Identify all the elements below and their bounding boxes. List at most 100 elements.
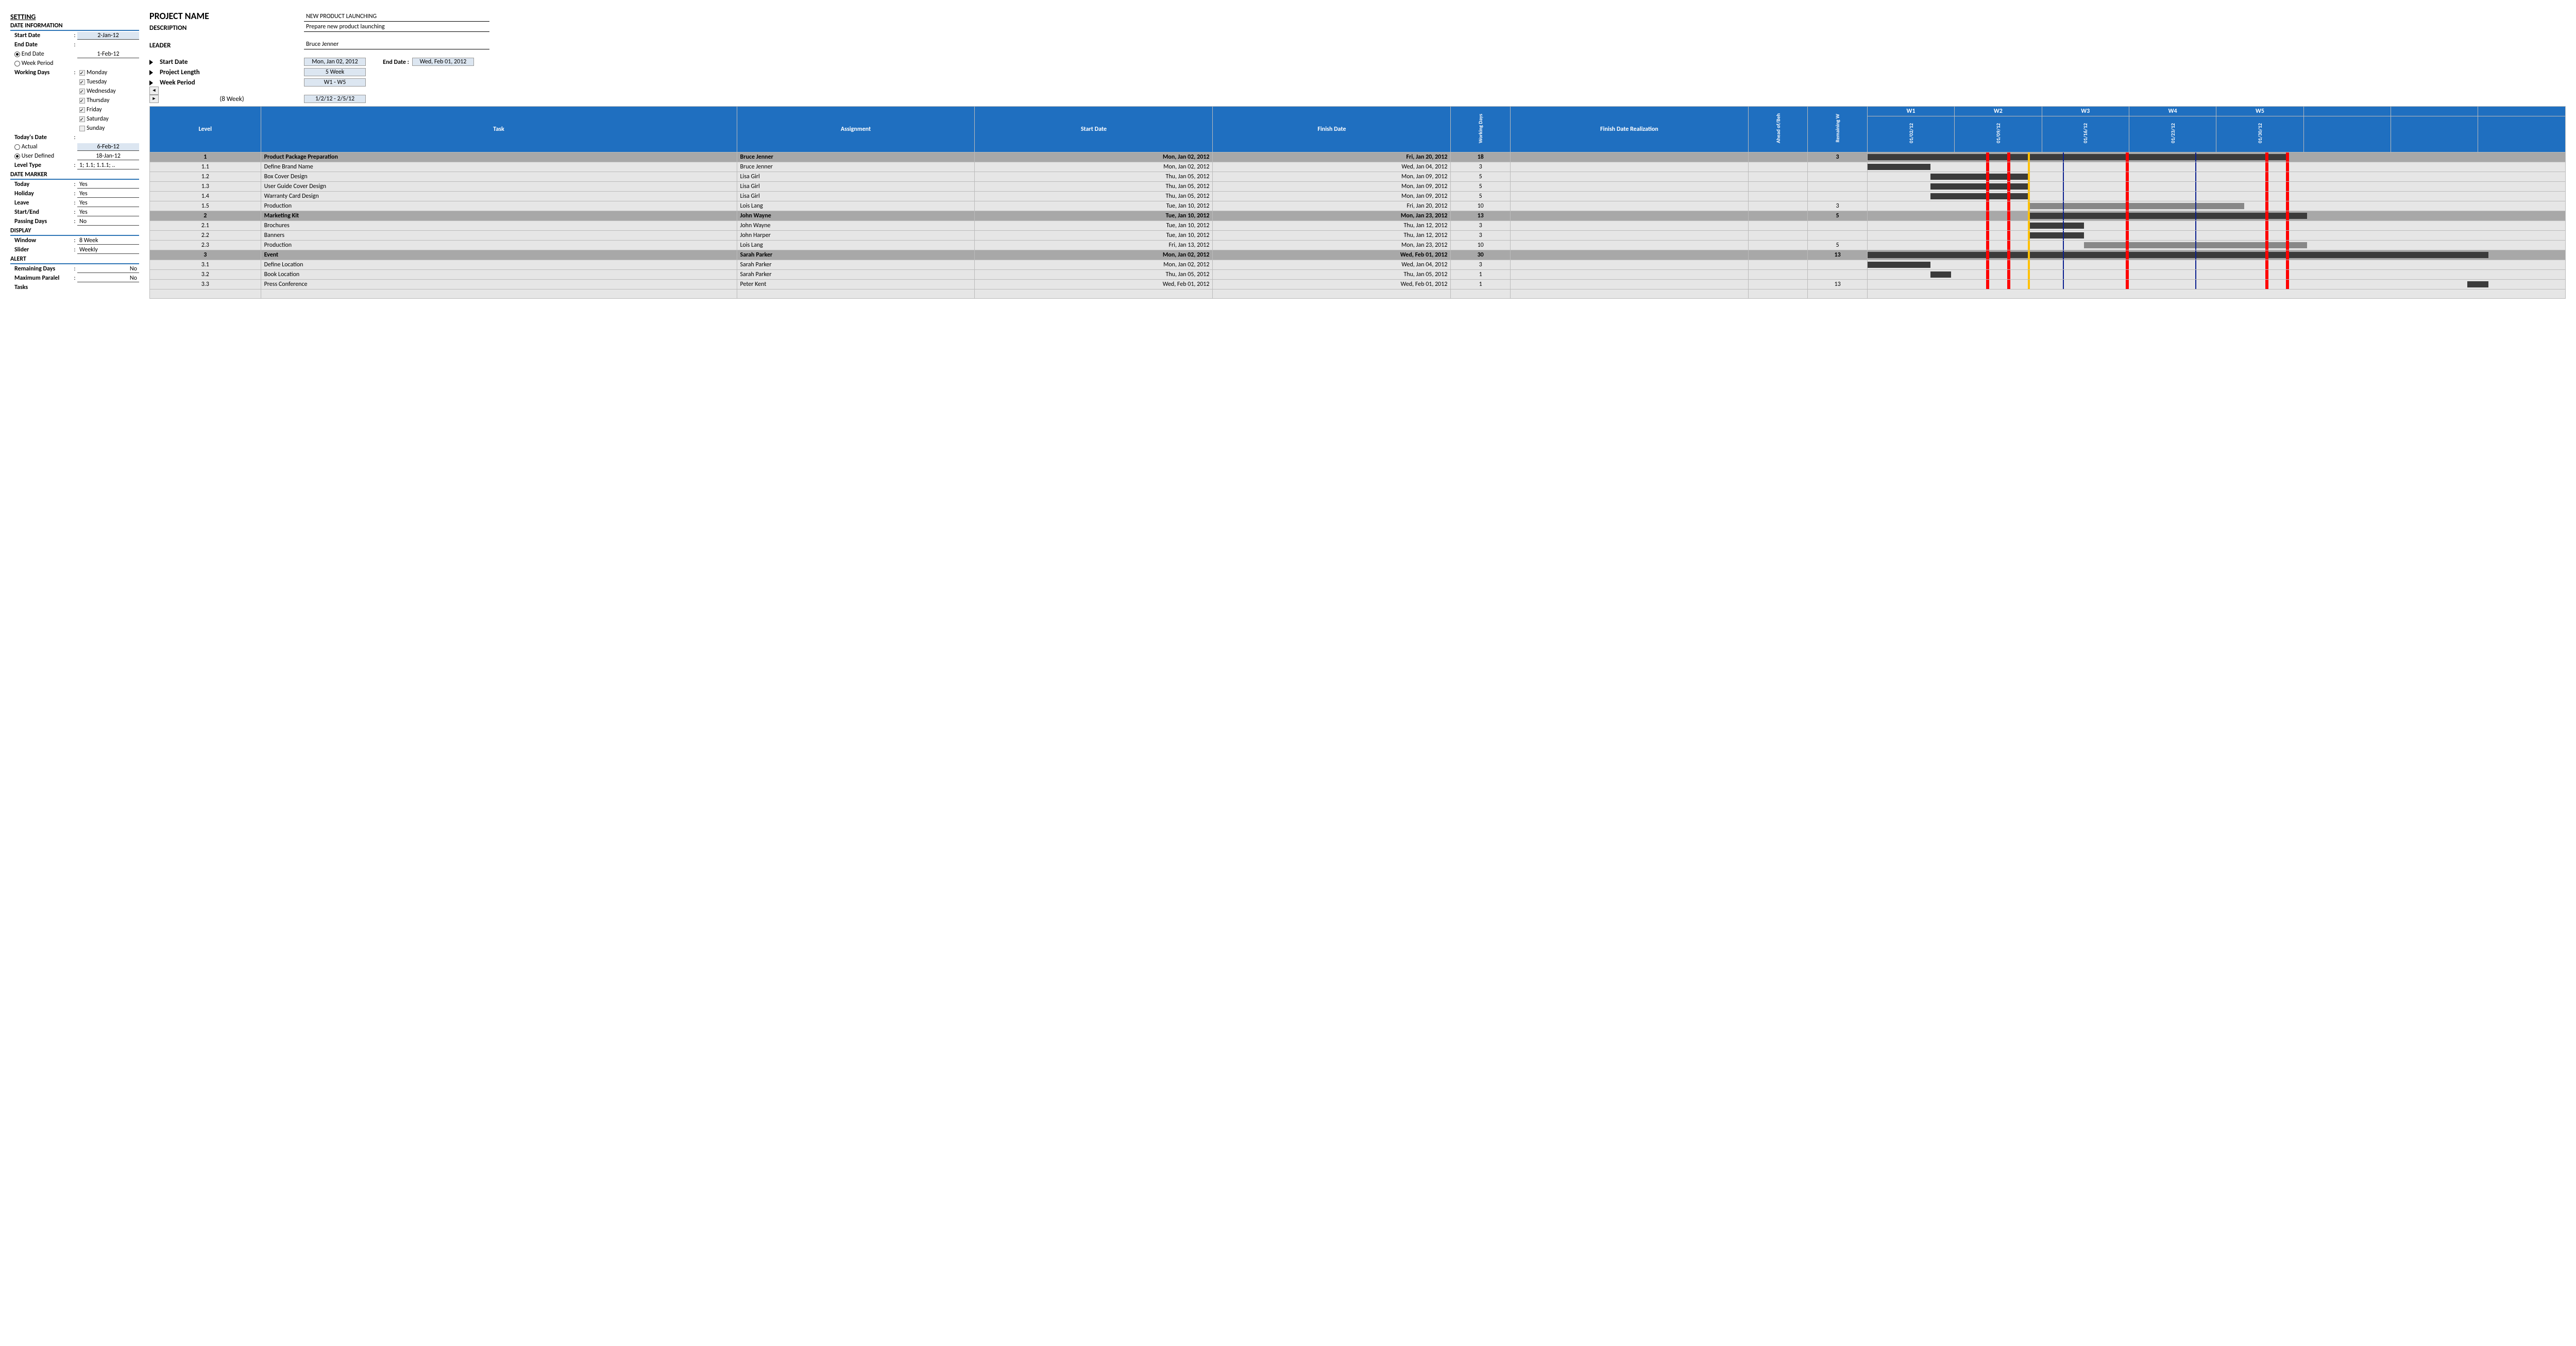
settings-panel: SETTING DATE INFORMATION Start Date : 2-…	[10, 10, 139, 299]
col-week-date[interactable]: 01/02/12	[1867, 116, 1954, 152]
end-date-label: End Date	[10, 41, 72, 48]
table-row[interactable]	[150, 289, 2566, 299]
marker-value[interactable]: No	[77, 218, 139, 226]
table-row[interactable]: 3.3Press ConferencePeter KentWed, Feb 01…	[150, 280, 2566, 289]
col-week[interactable]: W2	[1955, 107, 2042, 116]
gantt-cell	[1867, 162, 2565, 172]
col-week-date[interactable]	[2391, 116, 2478, 152]
actual-radio[interactable]	[14, 144, 20, 150]
checkbox-sunday[interactable]	[79, 126, 85, 131]
project-name-label: PROJECT NAME	[149, 10, 304, 22]
date-info-header: DATE INFORMATION	[10, 22, 139, 31]
max-parallel-value[interactable]: No	[77, 275, 139, 282]
expand-icon[interactable]	[149, 60, 153, 65]
col-start[interactable]: Start Date	[975, 107, 1213, 152]
checkbox-friday[interactable]	[79, 107, 85, 113]
proj-end-date-label: End Date :	[366, 59, 412, 66]
checkbox-saturday[interactable]	[79, 116, 85, 122]
marker-value[interactable]: Yes	[77, 199, 139, 207]
col-week-date[interactable]: 01/16/12	[2042, 116, 2129, 152]
gantt-cell	[1867, 182, 2565, 192]
table-row[interactable]: 1.2Box Cover DesignLisa GirlThu, Jan 05,…	[150, 172, 2566, 182]
col-level[interactable]: Level	[150, 107, 261, 152]
gantt-cell	[1867, 201, 2565, 211]
col-week[interactable]: W5	[2216, 107, 2303, 116]
checkbox-tuesday[interactable]	[79, 79, 85, 85]
col-finish[interactable]: Finish Date	[1213, 107, 1451, 152]
expand-icon[interactable]	[149, 80, 153, 86]
marker-label: Leave	[10, 199, 72, 207]
expand-icon[interactable]	[149, 70, 153, 75]
marker-value[interactable]: Yes	[77, 181, 139, 189]
gantt-cell	[1867, 192, 2565, 201]
col-week[interactable]: W1	[1867, 107, 1954, 116]
col-week[interactable]	[2303, 107, 2391, 116]
slider-prev-button[interactable]: ◄	[149, 87, 159, 95]
window-range-value: 1/2/12 - 2/5/12	[304, 95, 366, 103]
col-assignment[interactable]: Assignment	[737, 107, 975, 152]
col-ahead-behind[interactable]: Ahead of/Beh	[1748, 107, 1807, 152]
table-row[interactable]: 1.1Define Brand NameBruce JennerMon, Jan…	[150, 162, 2566, 172]
table-row[interactable]: 1.3User Guide Cover DesignLisa GirlThu, …	[150, 182, 2566, 192]
col-remaining[interactable]: Remaining W	[1808, 107, 1867, 152]
proj-end-date-value: Wed, Feb 01, 2012	[412, 58, 474, 66]
slider-next-button[interactable]: ►	[149, 95, 159, 103]
settings-title: SETTING	[10, 12, 139, 21]
marker-label: Holiday	[10, 190, 72, 197]
end-date-radio[interactable]	[14, 52, 20, 57]
col-working-days[interactable]: Working Days	[1451, 107, 1510, 152]
alert-header: ALERT	[10, 255, 139, 264]
checkbox-wednesday[interactable]	[79, 89, 85, 94]
slider-value[interactable]: Weekly	[77, 246, 139, 254]
col-week-date[interactable]: 01/23/12	[2129, 116, 2216, 152]
project-name-value[interactable]: NEW PRODUCT LAUNCHING	[304, 12, 489, 22]
end-date-value[interactable]: 1-Feb-12	[77, 50, 139, 58]
table-row[interactable]: 2Marketing KitJohn WayneTue, Jan 10, 201…	[150, 211, 2566, 221]
table-row[interactable]: 2.2BannersJohn HarperTue, Jan 10, 2012Th…	[150, 231, 2566, 241]
col-week-date[interactable]: 01/09/12	[1955, 116, 2042, 152]
table-row[interactable]: 1Product Package PreparationBruce Jenner…	[150, 152, 2566, 162]
table-row[interactable]: 2.3ProductionLois LangFri, Jan 13, 2012M…	[150, 241, 2566, 250]
marker-value[interactable]: Yes	[77, 209, 139, 216]
working-days-label: Working Days	[10, 69, 72, 76]
gantt-cell	[1867, 221, 2565, 231]
description-value[interactable]: Prepare new product launching	[304, 22, 489, 32]
table-row[interactable]: 3EventSarah ParkerMon, Jan 02, 2012Wed, …	[150, 250, 2566, 260]
window-value[interactable]: 8 Week	[77, 237, 139, 245]
table-row[interactable]: 2.1BrochuresJohn WayneTue, Jan 10, 2012T…	[150, 221, 2566, 231]
col-week[interactable]	[2391, 107, 2478, 116]
gantt-cell	[1867, 172, 2565, 182]
table-row[interactable]: 1.5ProductionLois LangTue, Jan 10, 2012F…	[150, 201, 2566, 211]
user-defined-date-value[interactable]: 18-Jan-12	[77, 152, 139, 160]
date-marker-header: DATE MARKER	[10, 171, 139, 180]
col-task[interactable]: Task	[261, 107, 737, 152]
col-week[interactable]: W4	[2129, 107, 2216, 116]
table-row[interactable]: 1.4Warranty Card DesignLisa GirlThu, Jan…	[150, 192, 2566, 201]
max-parallel-label: Maximum Paralel	[10, 275, 72, 282]
remaining-days-value[interactable]: No	[77, 265, 139, 273]
gantt-cell	[1867, 241, 2565, 250]
col-week-date[interactable]	[2478, 116, 2566, 152]
table-row[interactable]: 3.1Define LocationSarah ParkerMon, Jan 0…	[150, 260, 2566, 270]
table-row[interactable]: 3.2Book LocationSarah ParkerThu, Jan 05,…	[150, 270, 2566, 280]
user-defined-radio[interactable]	[14, 154, 20, 159]
tasks-label: Tasks	[10, 284, 72, 291]
col-week-date[interactable]	[2303, 116, 2391, 152]
col-week[interactable]	[2478, 107, 2566, 116]
col-finish-realization[interactable]: Finish Date Realization	[1510, 107, 1748, 152]
col-week-date[interactable]: 01/30/12	[2216, 116, 2303, 152]
week-period-radio[interactable]	[14, 61, 20, 66]
actual-date-value[interactable]: 6-Feb-12	[77, 143, 139, 151]
proj-start-date-label: Start Date	[160, 58, 304, 66]
start-date-value[interactable]: 2-Jan-12	[77, 32, 139, 40]
level-type-value[interactable]: 1; 1.1; 1.1.1; ..	[77, 162, 139, 169]
gantt-cell	[1867, 152, 2565, 162]
leader-value[interactable]: Bruce Jenner	[304, 40, 489, 49]
project-length-label: Project Length	[160, 69, 304, 76]
marker-value[interactable]: Yes	[77, 190, 139, 198]
gantt-cell	[1867, 250, 2565, 260]
gantt-cell	[1867, 211, 2565, 221]
checkbox-thursday[interactable]	[79, 98, 85, 104]
col-week[interactable]: W3	[2042, 107, 2129, 116]
checkbox-monday[interactable]	[79, 70, 85, 76]
